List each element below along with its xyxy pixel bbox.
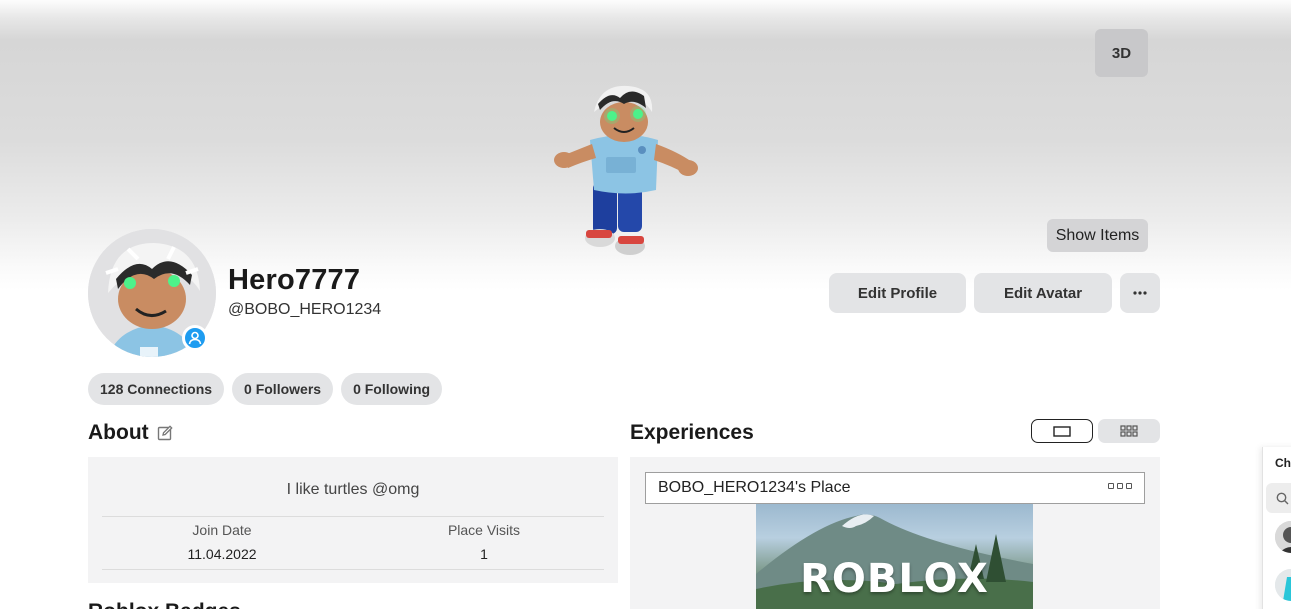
about-panel: I like turtles @omg Join Date 11.04.2022… [88,457,618,583]
connections-count-pill[interactable]: 128 Connections [88,373,225,405]
slideshow-view-icon [1053,425,1071,437]
about-header: About [88,421,173,445]
place-menu-icon[interactable] [1108,483,1132,489]
place-visits-value: 1 [480,546,488,562]
social-counts: 128 Connections 0 Followers 0 Following [88,373,443,405]
place-thumbnail[interactable]: ROBLOX [756,504,1033,609]
chat-title: Chat [1275,456,1291,470]
edit-profile-button[interactable]: Edit Profile [829,273,966,313]
following-count-pill[interactable]: 0 Following [341,373,443,405]
badges-section-title: Roblox Badges [88,600,241,609]
online-status-icon [182,325,208,351]
show-items-button[interactable]: Show Items [1047,219,1148,252]
chat-panel[interactable]: Chat [1262,447,1291,609]
ellipsis-icon [1133,291,1147,295]
chat-contact-avatar[interactable] [1275,569,1291,601]
username: @BOBO_HERO1234 [228,301,382,318]
grid-view-icon [1120,425,1138,437]
followers-count-pill[interactable]: 0 Followers [232,373,334,405]
edit-avatar-button[interactable]: Edit Avatar [974,273,1112,313]
chat-contact-avatar[interactable] [1275,521,1291,553]
roblox-logo-text: ROBLOX [800,556,989,602]
experiences-title: Experiences [630,421,754,444]
place-title-bar[interactable]: BOBO_HERO1234's Place [645,472,1145,504]
place-name: BOBO_HERO1234's Place [658,479,851,496]
display-name: Hero7777 [228,264,361,296]
edit-pencil-icon[interactable] [157,425,173,441]
search-icon [1276,492,1289,504]
divider [102,569,604,570]
bio-text: I like turtles @omg [286,481,420,498]
about-title: About [88,421,149,444]
avatar-3d-render[interactable] [548,82,704,260]
place-visits-label: Place Visits [447,522,521,538]
divider [102,516,604,517]
slideshow-view-toggle[interactable] [1031,419,1093,443]
chat-search-input[interactable] [1266,483,1291,513]
more-options-button[interactable] [1120,273,1160,313]
join-date-label: Join Date [192,522,252,538]
experiences-panel: BOBO_HERO1234's Place ROBLOX [630,457,1160,609]
view-3d-button[interactable]: 3D [1095,29,1148,77]
grid-view-toggle[interactable] [1098,419,1160,443]
join-date-value: 11.04.2022 [187,546,257,562]
